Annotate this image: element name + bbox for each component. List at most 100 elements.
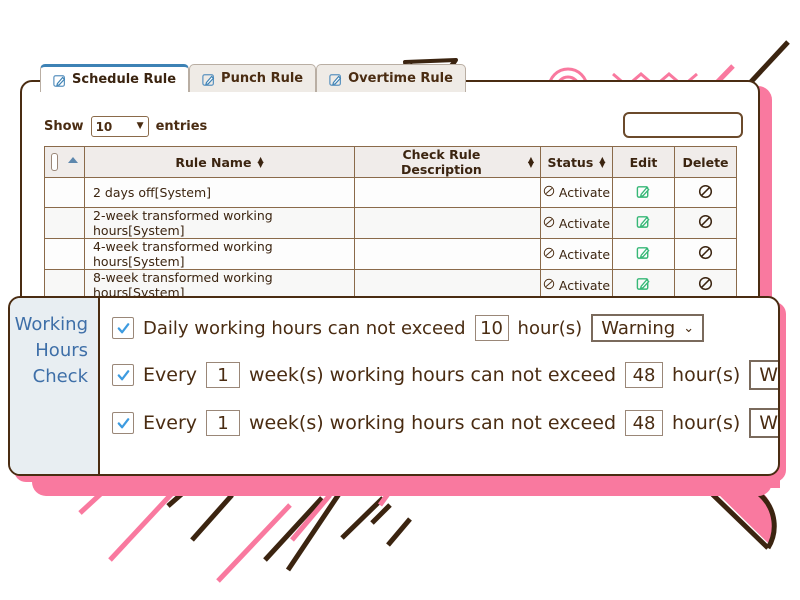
weekly-severity-2-select[interactable]: Warning ⌄ (749, 408, 778, 438)
severity-value: Warning (759, 364, 778, 386)
column-header-check-rule-description[interactable]: Check Rule Description ▲ ▼ (354, 146, 541, 178)
chevron-down-icon: ▼ (136, 121, 144, 131)
column-label: Delete (682, 154, 729, 170)
edit-icon[interactable] (636, 185, 651, 202)
column-header-delete: Delete (674, 146, 737, 178)
column-label: Edit (629, 154, 658, 170)
rule-unit: hour(s) (672, 364, 741, 386)
search-input[interactable] (623, 112, 743, 138)
status-label: Activate (558, 215, 611, 231)
rule-text: week(s) working hours can not exceed (249, 412, 617, 434)
column-label: Check Rule Description (400, 147, 482, 177)
weekly-severity-1-select[interactable]: Warning ⌄ (749, 360, 778, 390)
status-activate-icon (543, 216, 555, 231)
cell-delete[interactable] (674, 238, 737, 270)
rule-prefix: Every (143, 412, 197, 434)
weekly-hours-1-input[interactable]: 48 (625, 362, 664, 388)
rules-table-wrap: Rule Name ▲ ▼ Check Rule Description ▲ ▼ S… (44, 146, 737, 301)
chevron-down-icon: ⌄ (683, 320, 695, 336)
working-hours-check-title: Working Hours Check (10, 298, 100, 474)
cell-description (354, 177, 541, 208)
rules-table: Rule Name ▲ ▼ Check Rule Description ▲ ▼ S… (44, 146, 737, 301)
edit-icon[interactable] (636, 247, 651, 263)
rule-prefix: Every (143, 364, 197, 386)
severity-value: Warning (759, 412, 778, 434)
cell-rule-name: 4-week transformed working hours[System] (84, 238, 355, 270)
rule-text: week(s) working hours can not exceed (249, 364, 617, 386)
block-icon[interactable] (698, 214, 713, 232)
cell-rule-name: 2 days off[System] (84, 177, 355, 208)
row-checkbox-cell[interactable] (44, 207, 85, 239)
tab-label: Schedule Rule (72, 72, 177, 87)
weekly-rule-1-checkbox[interactable] (112, 364, 134, 386)
table-header-row: Rule Name ▲ ▼ Check Rule Description ▲ ▼ S… (44, 146, 737, 178)
daily-hours-input[interactable]: 10 (474, 315, 509, 341)
cell-edit[interactable] (612, 177, 675, 208)
table-row[interactable]: 2 days off[System] Activate (44, 177, 737, 208)
edit-icon[interactable] (636, 278, 651, 294)
column-header-edit: Edit (612, 146, 675, 178)
status-activate-icon (543, 247, 555, 262)
block-icon[interactable] (698, 184, 713, 202)
column-header-status[interactable]: Status ▲ ▼ (540, 146, 613, 178)
edit-icon[interactable] (636, 216, 651, 232)
weekly-rule-2-checkbox[interactable] (112, 412, 134, 434)
table-body: 2 days off[System] Activate 2-week trans… (44, 177, 737, 301)
entries-label: entries (155, 119, 208, 134)
column-label: Status (547, 154, 594, 170)
entries-value: 10 (95, 119, 113, 134)
column-header-select-all[interactable] (44, 146, 85, 178)
status-label: Activate (558, 277, 611, 293)
cell-status: Activate (540, 207, 613, 239)
block-icon[interactable] (698, 276, 713, 294)
severity-value: Warning (601, 317, 676, 339)
edit-pencil-icon (329, 73, 343, 87)
weekly-interval-1-input[interactable]: 1 (206, 362, 240, 388)
status-label: Activate (558, 246, 611, 262)
working-hours-check-panel: Working Hours Check Daily working hours … (8, 296, 780, 476)
weekly-hours-2-input[interactable]: 48 (625, 410, 664, 436)
rule-daily-working-hours: Daily working hours can not exceed 10 ho… (112, 314, 778, 342)
tab-punch-rule[interactable]: Punch Rule (189, 64, 317, 92)
cell-rule-name: 2-week transformed working hours[System] (84, 207, 355, 239)
sort-ascending-icon (68, 157, 78, 163)
weekly-interval-2-input[interactable]: 1 (206, 410, 240, 436)
rule-weekly-working-hours-2: Every 1 week(s) working hours can not ex… (112, 408, 778, 438)
select-all-checkbox[interactable] (51, 153, 58, 171)
cell-edit[interactable] (612, 207, 675, 239)
rule-unit: hour(s) (517, 317, 583, 339)
status-activate-icon (543, 185, 555, 200)
rule-weekly-working-hours-1: Every 1 week(s) working hours can not ex… (112, 360, 778, 390)
block-icon[interactable] (698, 245, 713, 263)
row-checkbox-cell[interactable] (44, 177, 85, 208)
row-checkbox-cell[interactable] (44, 238, 85, 270)
tab-label: Punch Rule (221, 71, 304, 86)
rule-text: Daily working hours can not exceed (143, 317, 466, 339)
tab-schedule-rule[interactable]: Schedule Rule (40, 64, 190, 92)
cell-edit[interactable] (612, 238, 675, 270)
screenshot-stage: Schedule Rule Punch Rule Overtime Rule S… (0, 0, 800, 600)
cell-status: Activate (540, 238, 613, 270)
table-row[interactable]: 2-week transformed working hours[System]… (44, 207, 737, 239)
column-header-rule-name[interactable]: Rule Name ▲ ▼ (84, 146, 355, 178)
rule-unit: hour(s) (672, 412, 741, 434)
cell-status: Activate (540, 177, 613, 208)
show-label: Show (44, 119, 84, 134)
sort-icon: ▲ ▼ (257, 155, 264, 169)
daily-severity-select[interactable]: Warning ⌄ (591, 314, 705, 342)
cell-delete[interactable] (674, 207, 737, 239)
tab-bar: Schedule Rule Punch Rule Overtime Rule (40, 62, 466, 92)
edit-pencil-icon (53, 74, 67, 88)
cell-delete[interactable] (674, 177, 737, 208)
edit-pencil-icon (202, 73, 216, 87)
status-activate-icon (543, 278, 555, 293)
title-line: Hours (35, 340, 88, 361)
tab-overtime-rule[interactable]: Overtime Rule (316, 64, 466, 92)
daily-rule-checkbox[interactable] (112, 317, 134, 339)
title-line: Working (14, 314, 88, 335)
cell-description (354, 238, 541, 270)
working-hours-rules-list: Daily working hours can not exceed 10 ho… (100, 298, 778, 474)
cell-description (354, 207, 541, 239)
entries-select[interactable]: 10 ▼ (90, 116, 149, 137)
table-row[interactable]: 4-week transformed working hours[System]… (44, 238, 737, 270)
